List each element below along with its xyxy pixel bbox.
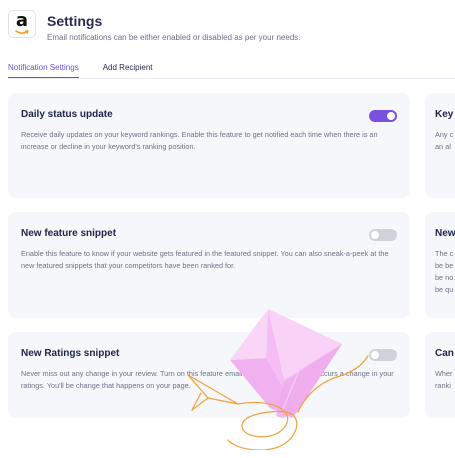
title-block: Settings Email notifications can be eith… bbox=[47, 10, 301, 42]
side-line: be be bbox=[435, 261, 454, 270]
side-line: be no bbox=[435, 273, 454, 282]
card-description: Never miss out any change in your review… bbox=[21, 369, 394, 390]
side-line: Wher bbox=[435, 369, 453, 378]
notification-card-daily-status: Daily status update Receive daily update… bbox=[8, 93, 410, 198]
side-card-keyword: Key Any c an al bbox=[425, 93, 455, 198]
toggle-knob bbox=[387, 112, 395, 120]
card-description: Receive daily updates on your keyword ra… bbox=[21, 130, 378, 151]
notification-card-feature-snippet: New feature snippet Enable this feature … bbox=[8, 212, 410, 318]
tab-bar: Notification Settings Add Recipient bbox=[8, 63, 455, 79]
notification-card-ratings-snippet: New Ratings snippet Never miss out any c… bbox=[8, 332, 410, 418]
side-line: be qu bbox=[435, 285, 454, 294]
ratings-snippet-toggle[interactable] bbox=[369, 349, 397, 361]
card-title: New feature snippet bbox=[21, 228, 117, 239]
side-line: The c bbox=[435, 249, 454, 258]
page-subtitle: Email notifications can be either enable… bbox=[47, 33, 301, 42]
side-line: an al bbox=[435, 142, 451, 151]
side-card-description: Any c an al bbox=[435, 129, 453, 153]
page-header: a Settings Email notifications can be ei… bbox=[8, 10, 301, 42]
logo-smile-icon bbox=[15, 30, 29, 34]
logo-letter: a bbox=[15, 10, 29, 31]
tab-notification-settings[interactable]: Notification Settings bbox=[8, 63, 79, 78]
side-card-title: Can bbox=[435, 348, 454, 359]
side-card-description: The c be be be no be qu bbox=[435, 248, 453, 296]
daily-status-toggle[interactable] bbox=[369, 110, 397, 122]
amazon-logo-icon: a bbox=[8, 10, 36, 38]
page-title: Settings bbox=[47, 13, 103, 29]
side-line: Any c bbox=[435, 130, 454, 139]
tab-add-recipient[interactable]: Add Recipient bbox=[103, 63, 153, 78]
feature-snippet-toggle[interactable] bbox=[369, 229, 397, 241]
side-card-title: New bbox=[435, 228, 455, 239]
toggle-knob bbox=[371, 351, 379, 359]
side-card-new: New The c be be be no be qu bbox=[425, 212, 455, 318]
card-title: New Ratings snippet bbox=[21, 348, 120, 359]
side-card-title: Key bbox=[435, 109, 454, 120]
card-title: Daily status update bbox=[21, 109, 113, 120]
side-card-description: Wher ranki bbox=[435, 368, 452, 392]
card-description: Enable this feature to know if your webs… bbox=[21, 249, 389, 270]
side-card-can: Can Wher ranki bbox=[425, 332, 455, 418]
toggle-knob bbox=[371, 231, 379, 239]
side-line: ranki bbox=[435, 381, 451, 390]
